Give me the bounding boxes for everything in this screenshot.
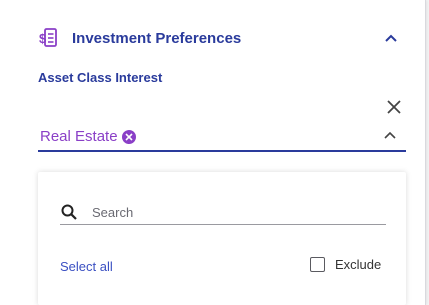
- asset-class-select[interactable]: Real Estate: [38, 124, 406, 152]
- exclude-label: Exclude: [335, 257, 382, 272]
- chevron-up-icon[interactable]: [382, 29, 400, 47]
- remove-chip-icon[interactable]: [121, 129, 136, 144]
- exclude-checkbox-box[interactable]: [310, 257, 325, 272]
- search-field: [60, 200, 386, 225]
- search-icon: [60, 203, 78, 221]
- dollar-document-icon: $: [38, 28, 58, 48]
- select-all-link[interactable]: Select all: [60, 259, 113, 274]
- chevron-up-icon[interactable]: [382, 127, 398, 143]
- svg-text:$: $: [39, 31, 47, 46]
- clear-selection-icon[interactable]: [384, 97, 404, 117]
- search-input[interactable]: [90, 203, 374, 221]
- page: $ Investment Preferences Asset Class Int…: [0, 0, 429, 305]
- investment-preferences-panel: $ Investment Preferences Asset Class Int…: [0, 0, 426, 305]
- selected-chip-label: Real Estate: [40, 128, 118, 145]
- section-title: Investment Preferences: [72, 29, 242, 47]
- section-header[interactable]: $ Investment Preferences: [38, 26, 408, 50]
- exclude-checkbox[interactable]: Exclude: [310, 257, 381, 272]
- asset-class-label: Asset Class Interest: [38, 70, 163, 85]
- asset-class-dropdown: Select all Exclude: [38, 172, 406, 305]
- selected-chip: Real Estate: [40, 128, 136, 145]
